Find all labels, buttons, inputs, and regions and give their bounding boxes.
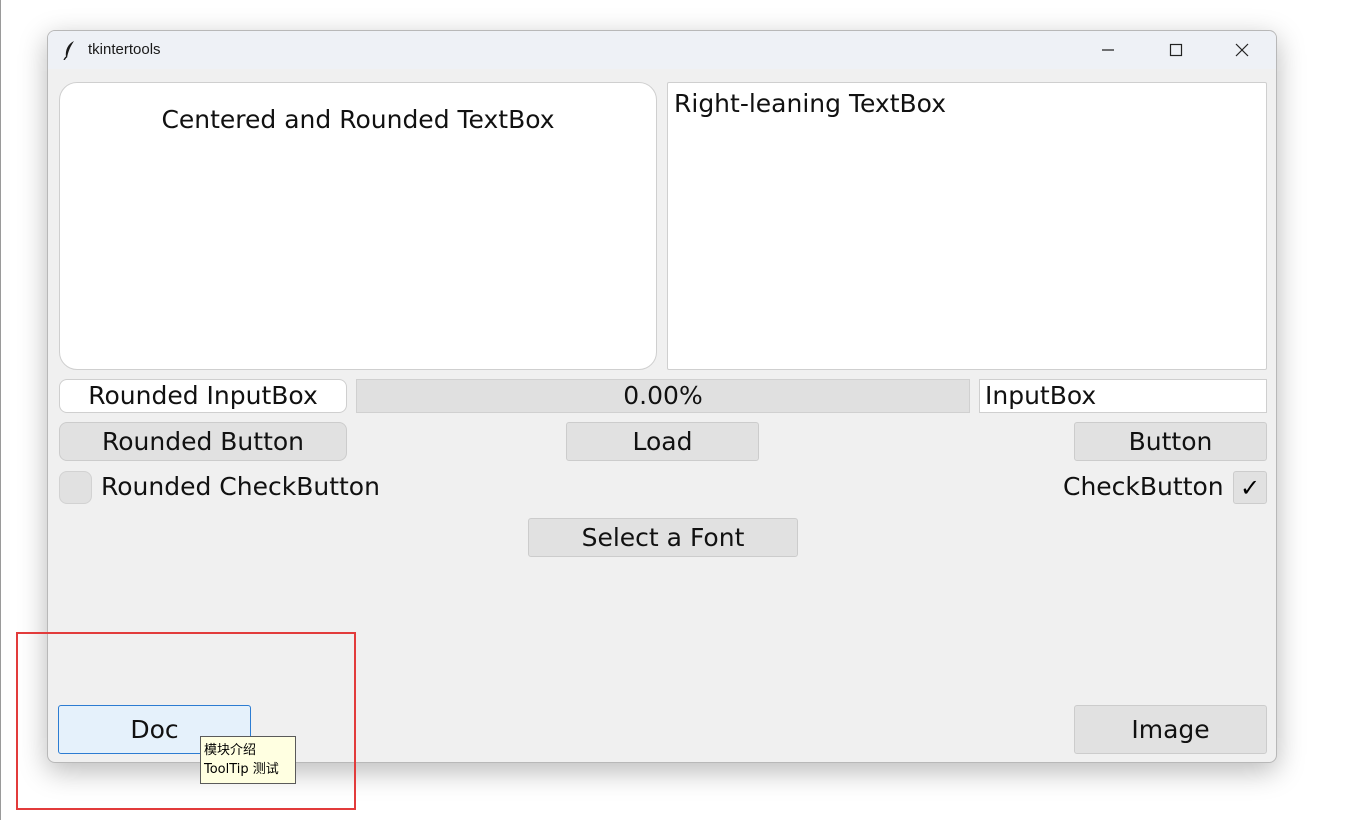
close-button[interactable] bbox=[1208, 31, 1276, 69]
input-box[interactable]: InputBox bbox=[979, 379, 1267, 413]
maximize-icon bbox=[1169, 43, 1183, 57]
minimize-icon bbox=[1102, 49, 1114, 51]
progress-bar: 0.00% bbox=[356, 379, 970, 413]
select-font-button[interactable]: Select a Font bbox=[528, 518, 798, 557]
image-button[interactable]: Image bbox=[1074, 705, 1267, 754]
checkbutton-label[interactable]: CheckButton bbox=[1063, 472, 1224, 501]
rounded-checkbutton-label[interactable]: Rounded CheckButton bbox=[101, 472, 380, 501]
rounded-checkbutton-box[interactable] bbox=[59, 471, 92, 504]
checkbutton-box[interactable]: ✓ bbox=[1233, 471, 1267, 504]
centered-textbox-text: Centered and Rounded TextBox bbox=[161, 105, 555, 134]
page-left-edge bbox=[0, 0, 1, 820]
rounded-button[interactable]: Rounded Button bbox=[59, 422, 347, 461]
progress-text: 0.00% bbox=[623, 381, 703, 410]
maximize-button[interactable] bbox=[1142, 31, 1210, 69]
plain-button[interactable]: Button bbox=[1074, 422, 1267, 461]
rounded-input-box[interactable]: Rounded InputBox bbox=[59, 379, 347, 413]
title-bar[interactable]: tkintertools bbox=[48, 31, 1276, 69]
close-icon bbox=[1235, 43, 1249, 57]
centered-rounded-textbox[interactable]: Centered and Rounded TextBox bbox=[59, 82, 657, 370]
window-title: tkintertools bbox=[88, 41, 161, 58]
feather-icon bbox=[63, 41, 74, 60]
right-textbox-text: Right-leaning TextBox bbox=[674, 89, 946, 118]
highlight-annotation bbox=[16, 632, 356, 810]
checkmark-icon: ✓ bbox=[1239, 473, 1261, 502]
load-button[interactable]: Load bbox=[566, 422, 759, 461]
minimize-button[interactable] bbox=[1074, 31, 1142, 69]
right-leaning-textbox[interactable]: Right-leaning TextBox bbox=[667, 82, 1267, 370]
